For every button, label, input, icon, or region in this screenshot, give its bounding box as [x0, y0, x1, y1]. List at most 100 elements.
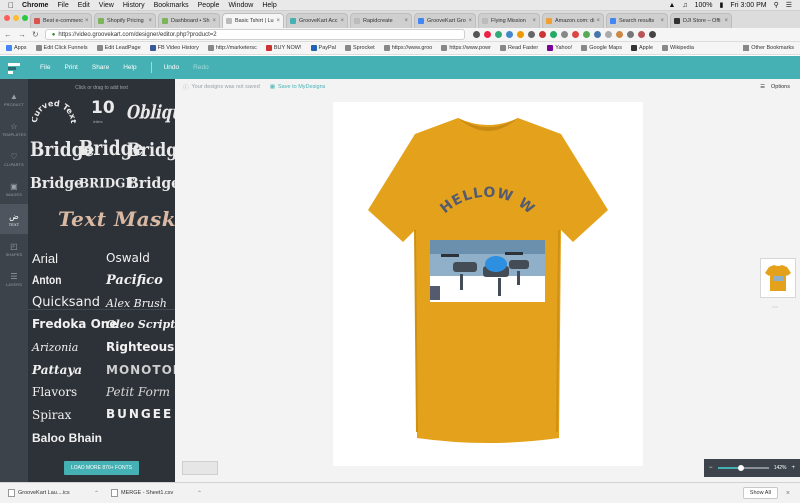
- menu-view[interactable]: View: [99, 2, 114, 9]
- maximize-window-button[interactable]: [22, 15, 28, 21]
- close-tab-icon[interactable]: ×: [274, 18, 280, 24]
- extension-icon[interactable]: [538, 31, 546, 38]
- bookmark-item[interactable]: BUY NOW!: [265, 45, 302, 51]
- bookmark-item[interactable]: http://marketersc: [207, 45, 257, 51]
- menu-people[interactable]: People: [198, 2, 220, 9]
- menu-history[interactable]: History: [123, 2, 145, 9]
- menu-bookmarks[interactable]: Bookmarks: [154, 2, 189, 9]
- minimize-window-button[interactable]: [13, 15, 19, 21]
- zoom-out-button[interactable]: −: [709, 465, 713, 471]
- product-view-thumbnail[interactable]: [760, 258, 796, 298]
- extension-icon[interactable]: [549, 31, 557, 38]
- font-fredoka-one[interactable]: Fredoka One: [32, 317, 117, 331]
- text-style-bridge[interactable]: Bridge: [127, 176, 175, 193]
- menu-window[interactable]: Window: [228, 2, 253, 9]
- extension-icon[interactable]: [505, 31, 513, 38]
- browser-tab[interactable]: Dashboard • Sh ×: [158, 13, 220, 28]
- browser-tab[interactable]: Rapidcreate ×: [350, 13, 412, 28]
- undo-button[interactable]: Undo: [164, 64, 180, 71]
- font-bungee-shade[interactable]: BUNGEE S: [106, 407, 175, 421]
- extension-icon[interactable]: [615, 31, 623, 38]
- extension-icon[interactable]: [516, 31, 524, 38]
- close-tab-icon[interactable]: ×: [658, 18, 664, 24]
- browser-tab[interactable]: GrooveKart Acc ×: [286, 13, 348, 28]
- bookmark-item[interactable]: PayPal: [310, 45, 336, 51]
- font-pattaya[interactable]: Pattaya: [32, 363, 82, 377]
- drone-image-layer[interactable]: [430, 240, 545, 302]
- download-item[interactable]: GrooveKart Lau....ics ⌃: [8, 489, 103, 497]
- chevron-up-icon[interactable]: ⌃: [197, 490, 206, 497]
- browser-tab[interactable]: Search results ×: [606, 13, 668, 28]
- bookmark-item[interactable]: https://www.powr: [441, 45, 491, 51]
- zoom-in-button[interactable]: +: [791, 465, 795, 471]
- sidebar-item-cliparts[interactable]: ♡ CLIPARTS: [0, 144, 28, 174]
- bookmark-item[interactable]: Edit Click Funnels: [35, 45, 88, 51]
- font-baloo-bhai[interactable]: Baloo Bhain: [32, 431, 102, 445]
- load-more-fonts-button[interactable]: LOAD MORE 870+ FONTS: [64, 461, 139, 475]
- menu-chrome[interactable]: Chrome: [22, 2, 48, 9]
- extension-icon[interactable]: [571, 31, 579, 38]
- profile-avatar-icon[interactable]: [637, 31, 645, 38]
- close-icon[interactable]: ×: [786, 490, 790, 497]
- volume-icon[interactable]: ♫: [682, 2, 687, 9]
- sidebar-item-text[interactable]: ض TEXT: [0, 204, 28, 234]
- close-tab-icon[interactable]: ×: [210, 18, 216, 24]
- bookmark-item[interactable]: FB Video History: [149, 45, 199, 51]
- bookmark-item[interactable]: Yahoo!: [547, 45, 572, 51]
- file-menu[interactable]: File: [40, 64, 50, 71]
- bookmark-item[interactable]: Sprocket: [344, 45, 375, 51]
- menu-help[interactable]: Help: [262, 2, 276, 9]
- text-style-bridge[interactable]: Bridge: [127, 139, 175, 161]
- font-spirax[interactable]: Spirax: [32, 408, 71, 422]
- font-monoton[interactable]: MONOTON: [106, 363, 175, 377]
- text-style-number[interactable]: 10: [91, 98, 115, 118]
- font-arizonia[interactable]: Arizonia: [32, 341, 78, 354]
- sidebar-item-templates[interactable]: ☆ TEMPLATES: [0, 114, 28, 144]
- close-tab-icon[interactable]: ×: [83, 18, 89, 24]
- battery-icon[interactable]: ▮: [720, 1, 724, 9]
- close-tab-icon[interactable]: ×: [594, 18, 600, 24]
- close-window-button[interactable]: [4, 15, 10, 21]
- font-petit-formal[interactable]: Petit Form: [106, 385, 170, 399]
- chrome-menu-icon[interactable]: [648, 31, 656, 38]
- font-oswald[interactable]: Oswald: [106, 251, 150, 265]
- help-menu[interactable]: Help: [123, 64, 136, 71]
- design-canvas[interactable]: HELLOW WORL: [327, 90, 643, 466]
- sidebar-item-layers[interactable]: ☰ LAYERS: [0, 264, 28, 294]
- extension-icon[interactable]: [593, 31, 601, 38]
- extension-icon[interactable]: [604, 31, 612, 38]
- more-views-icon[interactable]: ⋯: [772, 304, 778, 311]
- bookmark-item[interactable]: Apple: [630, 45, 653, 51]
- close-tab-icon[interactable]: ×: [402, 18, 408, 24]
- close-tab-icon[interactable]: ×: [530, 18, 536, 24]
- close-tab-icon[interactable]: ×: [722, 18, 728, 24]
- menu-edit[interactable]: Edit: [78, 2, 90, 9]
- close-tab-icon[interactable]: ×: [146, 18, 152, 24]
- design-thumbnail[interactable]: [182, 461, 218, 475]
- chevron-up-icon[interactable]: ⌃: [94, 490, 103, 497]
- apple-icon[interactable]: : [8, 1, 14, 10]
- close-tab-icon[interactable]: ×: [338, 18, 344, 24]
- font-anton[interactable]: Anton: [32, 273, 61, 287]
- show-all-downloads-button[interactable]: Show All: [742, 487, 778, 499]
- extension-icon[interactable]: [560, 31, 568, 38]
- text-style-curved[interactable]: Curved Text: [32, 96, 76, 126]
- menu-list-icon[interactable]: ☰: [786, 1, 792, 9]
- browser-tab[interactable]: GrooveKart Gro ×: [414, 13, 476, 28]
- share-menu[interactable]: Share: [92, 64, 109, 71]
- other-bookmarks[interactable]: Other Bookmarks: [743, 45, 800, 51]
- text-style-mask[interactable]: Text Mask: [58, 207, 175, 231]
- bookmark-item[interactable]: Google Maps: [581, 45, 622, 51]
- browser-tab[interactable]: DJI Store – Offi ×: [670, 13, 732, 28]
- app-logo[interactable]: [0, 56, 28, 79]
- text-style-bridge[interactable]: Bridge: [30, 176, 83, 193]
- font-arial[interactable]: Arial: [32, 251, 58, 266]
- bookmark-item[interactable]: Read Faster: [499, 45, 538, 51]
- redo-button[interactable]: Redo: [193, 64, 209, 71]
- back-icon[interactable]: ←: [4, 30, 12, 39]
- wifi-icon[interactable]: ▲: [668, 2, 675, 9]
- zoom-slider-handle[interactable]: [737, 465, 744, 471]
- address-bar[interactable]: ● https://video.groovekart.com/designer/…: [44, 29, 465, 40]
- bookmark-item[interactable]: Edit LeadPage: [96, 45, 141, 51]
- close-tab-icon[interactable]: ×: [466, 18, 472, 24]
